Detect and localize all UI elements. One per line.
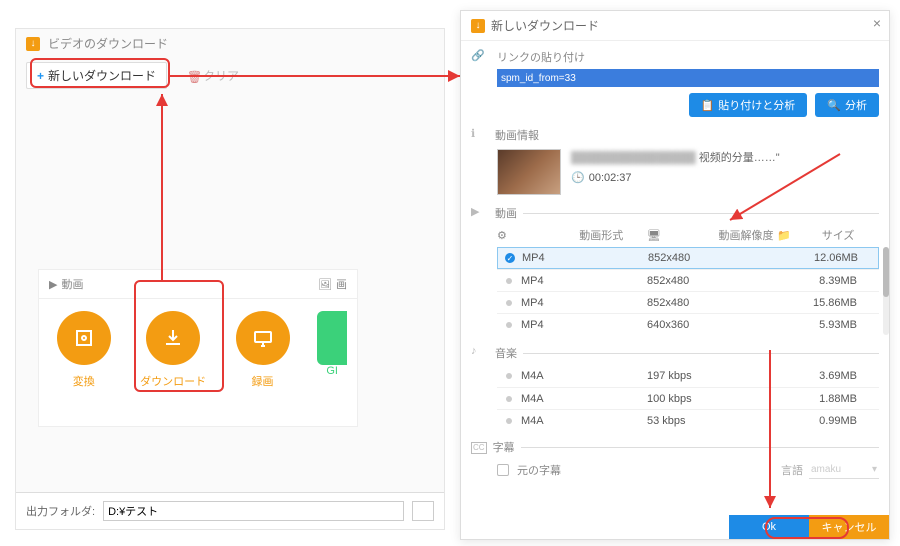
tab-image[interactable]: 🖼 画	[308, 270, 357, 298]
record-icon	[236, 311, 290, 365]
convert-icon	[57, 311, 111, 365]
clear-button[interactable]: 🗑 クリア	[177, 62, 249, 89]
cc-icon: CC	[471, 442, 487, 454]
scrollbar[interactable]	[883, 247, 889, 335]
header-res: 動画解像度	[719, 227, 778, 243]
chevron-down-icon: ▾	[872, 464, 877, 475]
paste-section-label: リンクの貼り付け	[497, 49, 879, 65]
tab-image-label: 画	[336, 276, 347, 292]
format-row[interactable]: MP4852x4808.39MB	[497, 269, 879, 291]
language-label: 言語	[781, 462, 803, 478]
gear-icon: ⚙	[497, 229, 575, 242]
search-icon: 🔍	[827, 99, 841, 112]
clear-label: クリア	[203, 67, 239, 84]
download-tile-icon	[146, 311, 200, 365]
left-title: ビデオのダウンロード	[48, 35, 168, 52]
output-folder-input[interactable]	[103, 501, 404, 521]
original-subtitle-checkbox[interactable]	[497, 464, 509, 476]
video-title-blur: ████████████████	[571, 152, 696, 164]
new-download-label: 新しいダウンロード	[48, 67, 156, 84]
video-title-suffix: 视频的分量……"	[699, 152, 780, 164]
tile-convert[interactable]: 変換	[49, 311, 118, 389]
tile-gif-label: GI	[326, 365, 338, 377]
subtitle-section-label: 字幕	[493, 439, 515, 455]
paste-icon: 📋	[701, 99, 715, 112]
tile-record-label: 録画	[252, 376, 274, 388]
new-download-button[interactable]: + 新しいダウンロード	[26, 62, 167, 89]
link-icon: 🔗	[471, 49, 489, 67]
music-icon: ♪	[471, 345, 489, 363]
tab-video-label: 動画	[61, 276, 83, 292]
format-row[interactable]: M4A100 kbps1.88MB	[497, 387, 879, 409]
cancel-button[interactable]: キャンセル	[809, 515, 889, 539]
gif-icon	[317, 311, 347, 365]
language-select[interactable]: amaku ▾	[809, 461, 879, 479]
original-subtitle-label: 元の字幕	[517, 462, 561, 478]
video-icon: ▶	[471, 205, 489, 223]
download-icon: ↓	[26, 37, 40, 51]
language-value: amaku	[811, 464, 841, 475]
info-icon: ℹ	[471, 127, 489, 145]
video-section-label: 動画	[495, 205, 517, 221]
tile-convert-label: 変換	[73, 376, 95, 388]
tile-download[interactable]: ダウンロード	[138, 311, 207, 389]
video-format-list: ✓MP4852x48012.06MBMP4852x4808.39MBMP4852…	[497, 247, 879, 335]
plus-icon: +	[37, 69, 44, 83]
dialog-titlebar: ↓ 新しいダウンロード ×	[461, 11, 889, 41]
output-folder-row: 出力フォルダ:	[16, 492, 444, 529]
folder-icon: 📁	[777, 229, 818, 242]
dialog-title: 新しいダウンロード	[491, 17, 599, 34]
paste-analyze-label: 貼り付けと分析	[718, 97, 795, 113]
analyze-button[interactable]: 🔍 分析	[815, 93, 879, 117]
ok-button[interactable]: Ok	[729, 515, 809, 539]
tab-video[interactable]: ▶ 動画	[39, 270, 93, 298]
dialog-icon: ↓	[471, 19, 485, 33]
audio-format-list: M4A197 kbps3.69MBM4A100 kbps1.88MBM4A53 …	[497, 365, 879, 431]
format-row[interactable]: MP4852x48015.86MB	[497, 291, 879, 313]
format-row[interactable]: MP4640x3605.93MB	[497, 313, 879, 335]
tile-record[interactable]: 録画	[228, 311, 297, 389]
close-icon[interactable]: ×	[873, 15, 881, 31]
browse-folder-button[interactable]	[412, 501, 434, 521]
url-input[interactable]	[497, 69, 879, 87]
analyze-label: 分析	[845, 97, 867, 113]
left-panel: ↓ ビデオのダウンロード + 新しいダウンロード 🗑 クリア ▶ 動画 🖼 画 …	[15, 28, 445, 530]
paste-analyze-button[interactable]: 📋 貼り付けと分析	[689, 93, 808, 117]
audio-section-label: 音楽	[495, 345, 517, 361]
new-download-dialog: ↓ 新しいダウンロード × 🔗 リンクの貼り付け 📋 貼り付けと分析 🔍 分析	[460, 10, 890, 540]
tile-gif[interactable]: GI	[317, 311, 347, 389]
format-row[interactable]: M4A53 kbps0.99MB	[497, 409, 879, 431]
video-info-label: 動画情報	[495, 127, 539, 143]
tiles-panel: ▶ 動画 🖼 画 変換 ダウンロード 録画 GI	[38, 269, 358, 427]
left-header: ↓ ビデオのダウンロード	[16, 29, 444, 58]
video-duration: 00:02:37	[589, 172, 632, 184]
header-size: サイズ	[822, 227, 857, 243]
clock-icon: 🕒	[571, 171, 585, 184]
header-format: 動画形式	[579, 227, 647, 243]
trash-icon: 🗑	[187, 70, 199, 82]
output-folder-label: 出力フォルダ:	[26, 503, 95, 519]
format-row[interactable]: ✓MP4852x48012.06MB	[497, 247, 879, 269]
video-thumbnail	[497, 149, 561, 195]
format-row[interactable]: M4A197 kbps3.69MB	[497, 365, 879, 387]
monitor-icon: 🖥	[647, 229, 715, 242]
tile-download-label: ダウンロード	[140, 376, 206, 388]
